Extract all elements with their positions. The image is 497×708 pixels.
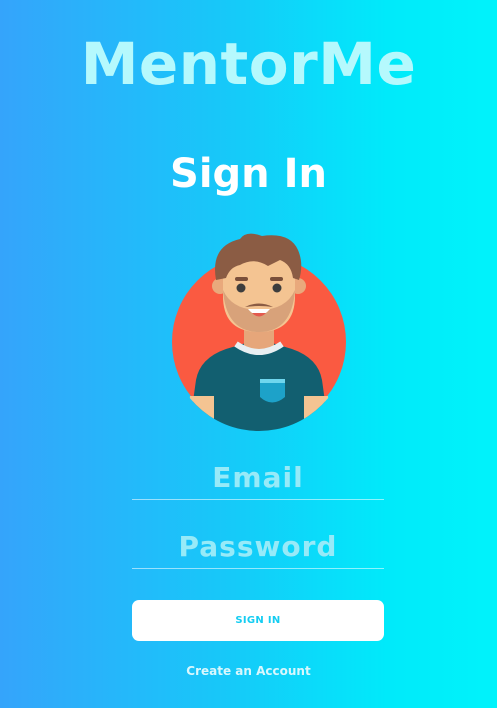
create-account-link[interactable]: Create an Account [0, 663, 497, 679]
user-avatar-icon [172, 233, 346, 431]
email-field[interactable] [132, 455, 384, 500]
password-field[interactable] [132, 524, 384, 569]
sign-in-button[interactable]: SIGN IN [132, 600, 384, 641]
app-title: MentorMe [80, 30, 417, 98]
page-title: Sign In [170, 151, 327, 197]
